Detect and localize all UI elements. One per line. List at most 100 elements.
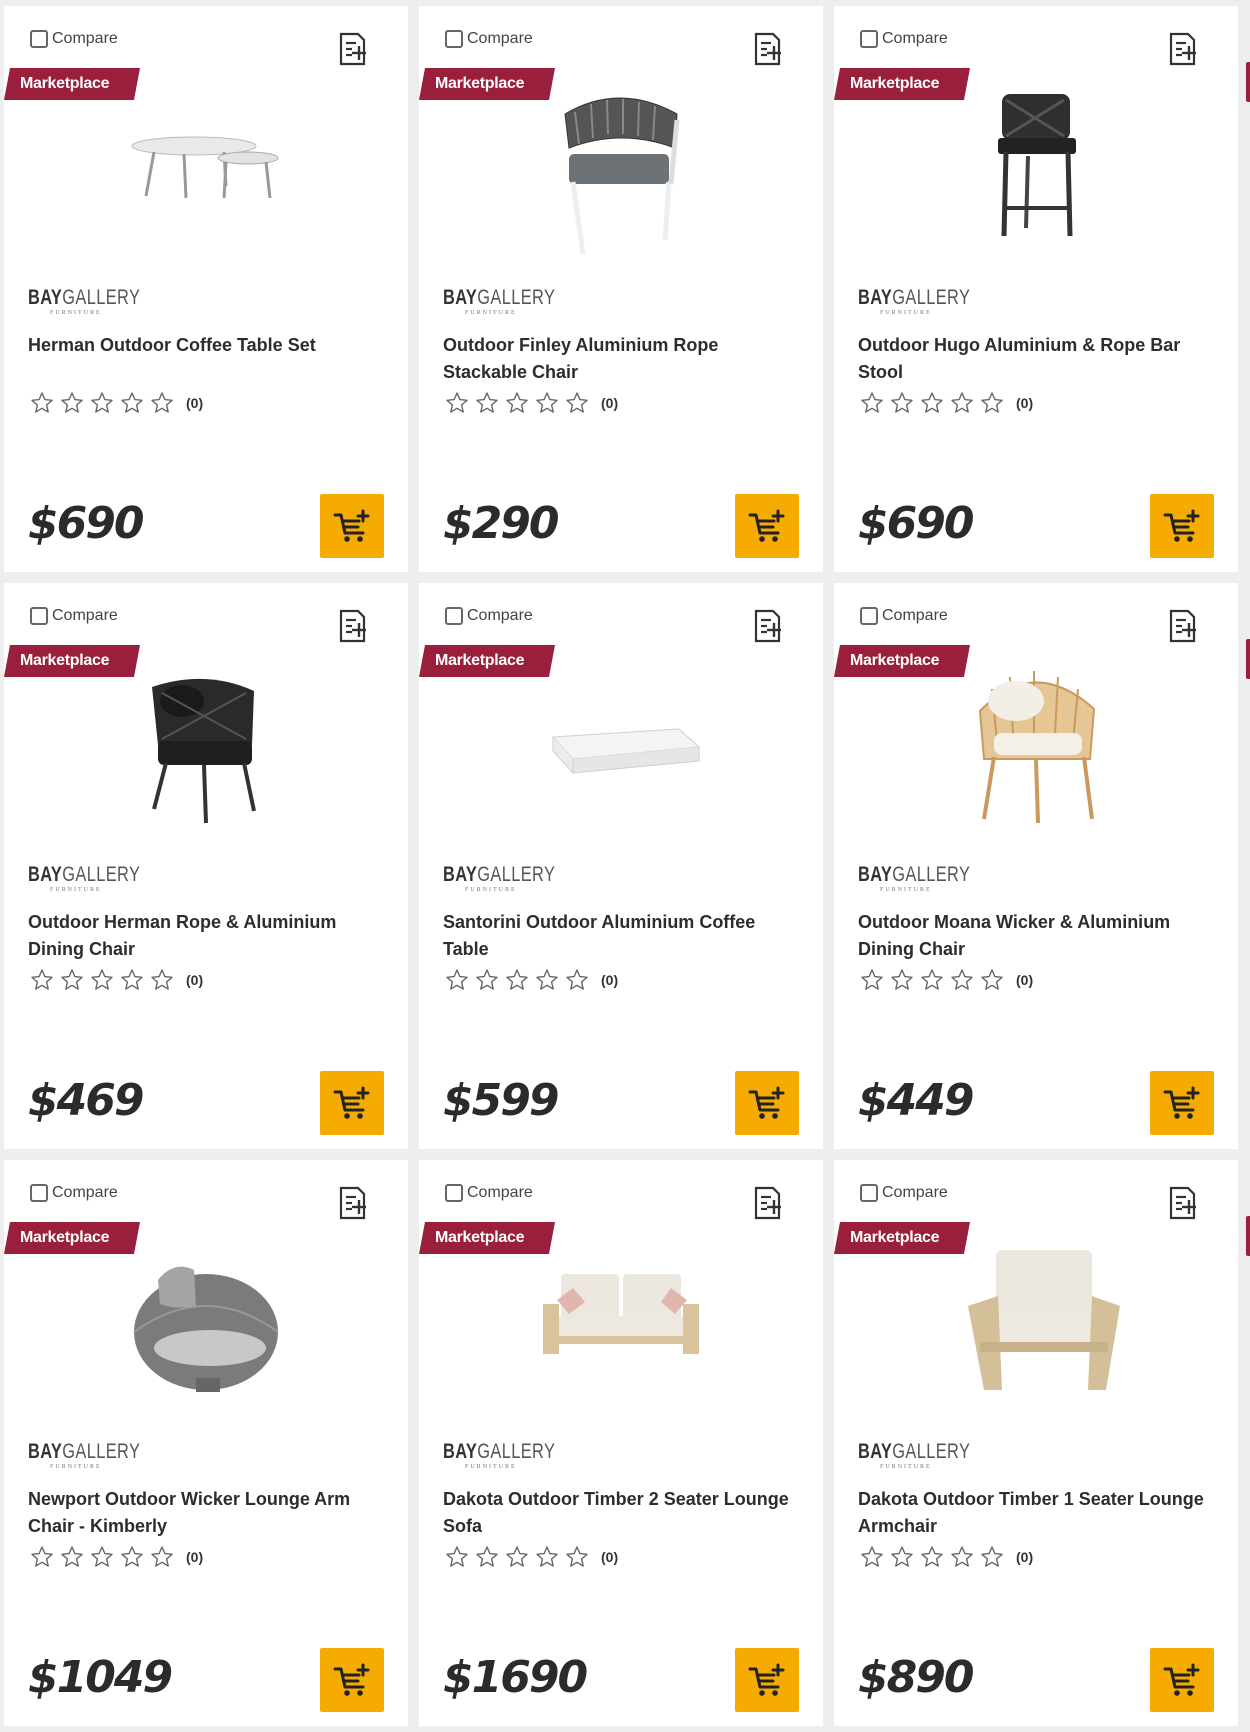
star-icon [951, 1546, 973, 1567]
add-to-cart-button[interactable] [1150, 1648, 1214, 1712]
product-title[interactable]: Dakota Outdoor Timber 1 Seater Lounge Ar… [858, 1486, 1218, 1540]
product-image[interactable] [529, 663, 713, 853]
compare-checkbox[interactable]: Compare [30, 30, 118, 48]
add-to-cart-button[interactable] [735, 494, 799, 558]
brand-accent: GALLERY [62, 286, 141, 309]
brand-accent: GALLERY [62, 863, 141, 886]
brand-logo: BAYGALLERY FURNITURE [443, 286, 555, 322]
checkbox-box[interactable] [30, 30, 48, 48]
brand-sub: FURNITURE [50, 310, 102, 316]
brand-sub: FURNITURE [880, 887, 932, 893]
star-icon [566, 969, 588, 990]
product-price: $1690 [443, 1652, 588, 1703]
rating-count: (0) [1016, 972, 1034, 988]
star-icon [921, 969, 943, 990]
add-to-cart-button[interactable] [320, 1648, 384, 1712]
product-title[interactable]: Outdoor Moana Wicker & Aluminium Dining … [858, 909, 1218, 963]
product-title[interactable]: Santorini Outdoor Aluminium Coffee Table [443, 909, 803, 963]
add-to-list-icon[interactable] [753, 32, 783, 66]
stars [860, 391, 1010, 415]
product-image[interactable] [944, 1240, 1128, 1430]
add-to-cart-button[interactable] [1150, 494, 1214, 558]
add-to-cart-button[interactable] [735, 1648, 799, 1712]
checkbox-box[interactable] [860, 1184, 878, 1202]
product-price: $469 [28, 1075, 144, 1126]
product-image[interactable] [529, 1240, 713, 1430]
checkbox-box[interactable] [445, 30, 463, 48]
add-to-cart-icon [333, 1663, 370, 1696]
star-icon [566, 1546, 588, 1567]
add-to-cart-button[interactable] [320, 494, 384, 558]
compare-checkbox[interactable]: Compare [860, 30, 948, 48]
star-icon [566, 392, 588, 413]
product-card: Compare Marketplace BAYGALLERY FURNITURE… [419, 6, 823, 572]
checkbox-box[interactable] [445, 1184, 463, 1202]
checkbox-box[interactable] [860, 607, 878, 625]
product-title[interactable]: Newport Outdoor Wicker Lounge Arm Chair … [28, 1486, 388, 1540]
product-card: Compare Marketplace BAYGALLERY FURNITURE… [419, 583, 823, 1149]
product-card: Compare Marketplace BAYGALLERY FURNITURE… [834, 583, 1238, 1149]
checkbox-box[interactable] [30, 607, 48, 625]
brand-logo: BAYGALLERY FURNITURE [443, 863, 555, 899]
brand-main: BAY [858, 286, 893, 309]
compare-checkbox[interactable]: Compare [445, 30, 533, 48]
star-icon [446, 392, 468, 413]
product-title[interactable]: Herman Outdoor Coffee Table Set [28, 332, 388, 359]
stars [445, 968, 595, 992]
brand-sub: FURNITURE [465, 310, 517, 316]
compare-checkbox[interactable]: Compare [860, 1184, 948, 1202]
star-icon [61, 969, 83, 990]
product-image[interactable] [529, 86, 713, 276]
star-icon [981, 392, 1003, 413]
brand-sub: FURNITURE [880, 310, 932, 316]
star-icon [446, 969, 468, 990]
product-image[interactable] [944, 663, 1128, 853]
product-title[interactable]: Outdoor Hugo Aluminium & Rope Bar Stool [858, 332, 1218, 386]
rating-count: (0) [601, 395, 619, 411]
add-to-cart-icon [1163, 1086, 1200, 1119]
add-to-cart-button[interactable] [735, 1071, 799, 1135]
compare-checkbox[interactable]: Compare [445, 1184, 533, 1202]
product-image[interactable] [114, 663, 298, 853]
product-title[interactable]: Outdoor Finley Aluminium Rope Stackable … [443, 332, 803, 386]
compare-checkbox[interactable]: Compare [860, 607, 948, 625]
brand-logo: BAYGALLERY FURNITURE [443, 1440, 555, 1476]
brand-main: BAY [443, 863, 478, 886]
add-to-list-icon[interactable] [338, 32, 368, 66]
add-to-cart-icon [748, 509, 785, 542]
add-to-list-icon[interactable] [1168, 609, 1198, 643]
brand-accent: GALLERY [892, 1440, 971, 1463]
brand-logo: BAYGALLERY FURNITURE [28, 863, 141, 899]
checkbox-box[interactable] [445, 607, 463, 625]
brand-sub: FURNITURE [880, 1464, 932, 1470]
add-to-list-icon[interactable] [338, 609, 368, 643]
product-image[interactable] [114, 1240, 298, 1430]
compare-checkbox[interactable]: Compare [30, 1184, 118, 1202]
add-to-list-icon[interactable] [753, 1186, 783, 1220]
product-title[interactable]: Dakota Outdoor Timber 2 Seater Lounge So… [443, 1486, 803, 1540]
rating-count: (0) [1016, 1549, 1034, 1565]
product-price: $449 [858, 1075, 974, 1126]
star-icon [861, 969, 883, 990]
product-image[interactable] [944, 86, 1128, 276]
compare-checkbox[interactable]: Compare [445, 607, 533, 625]
star-icon [31, 1546, 53, 1567]
product-card: Compare Marketplace BAYGALLERY FURNITURE… [4, 1160, 408, 1726]
add-to-cart-button[interactable] [1150, 1071, 1214, 1135]
product-image[interactable] [114, 86, 298, 276]
checkbox-box[interactable] [30, 1184, 48, 1202]
checkbox-box[interactable] [860, 30, 878, 48]
add-to-list-icon[interactable] [753, 609, 783, 643]
add-to-cart-icon [748, 1086, 785, 1119]
add-to-list-icon[interactable] [338, 1186, 368, 1220]
star-rating: (0) [860, 968, 1033, 992]
brand-accent: GALLERY [892, 286, 971, 309]
add-to-cart-button[interactable] [320, 1071, 384, 1135]
add-to-list-icon[interactable] [1168, 1186, 1198, 1220]
brand-main: BAY [443, 1440, 478, 1463]
compare-checkbox[interactable]: Compare [30, 607, 118, 625]
star-rating: (0) [30, 968, 203, 992]
rating-count: (0) [186, 972, 204, 988]
product-title[interactable]: Outdoor Herman Rope & Aluminium Dining C… [28, 909, 388, 963]
add-to-list-icon[interactable] [1168, 32, 1198, 66]
